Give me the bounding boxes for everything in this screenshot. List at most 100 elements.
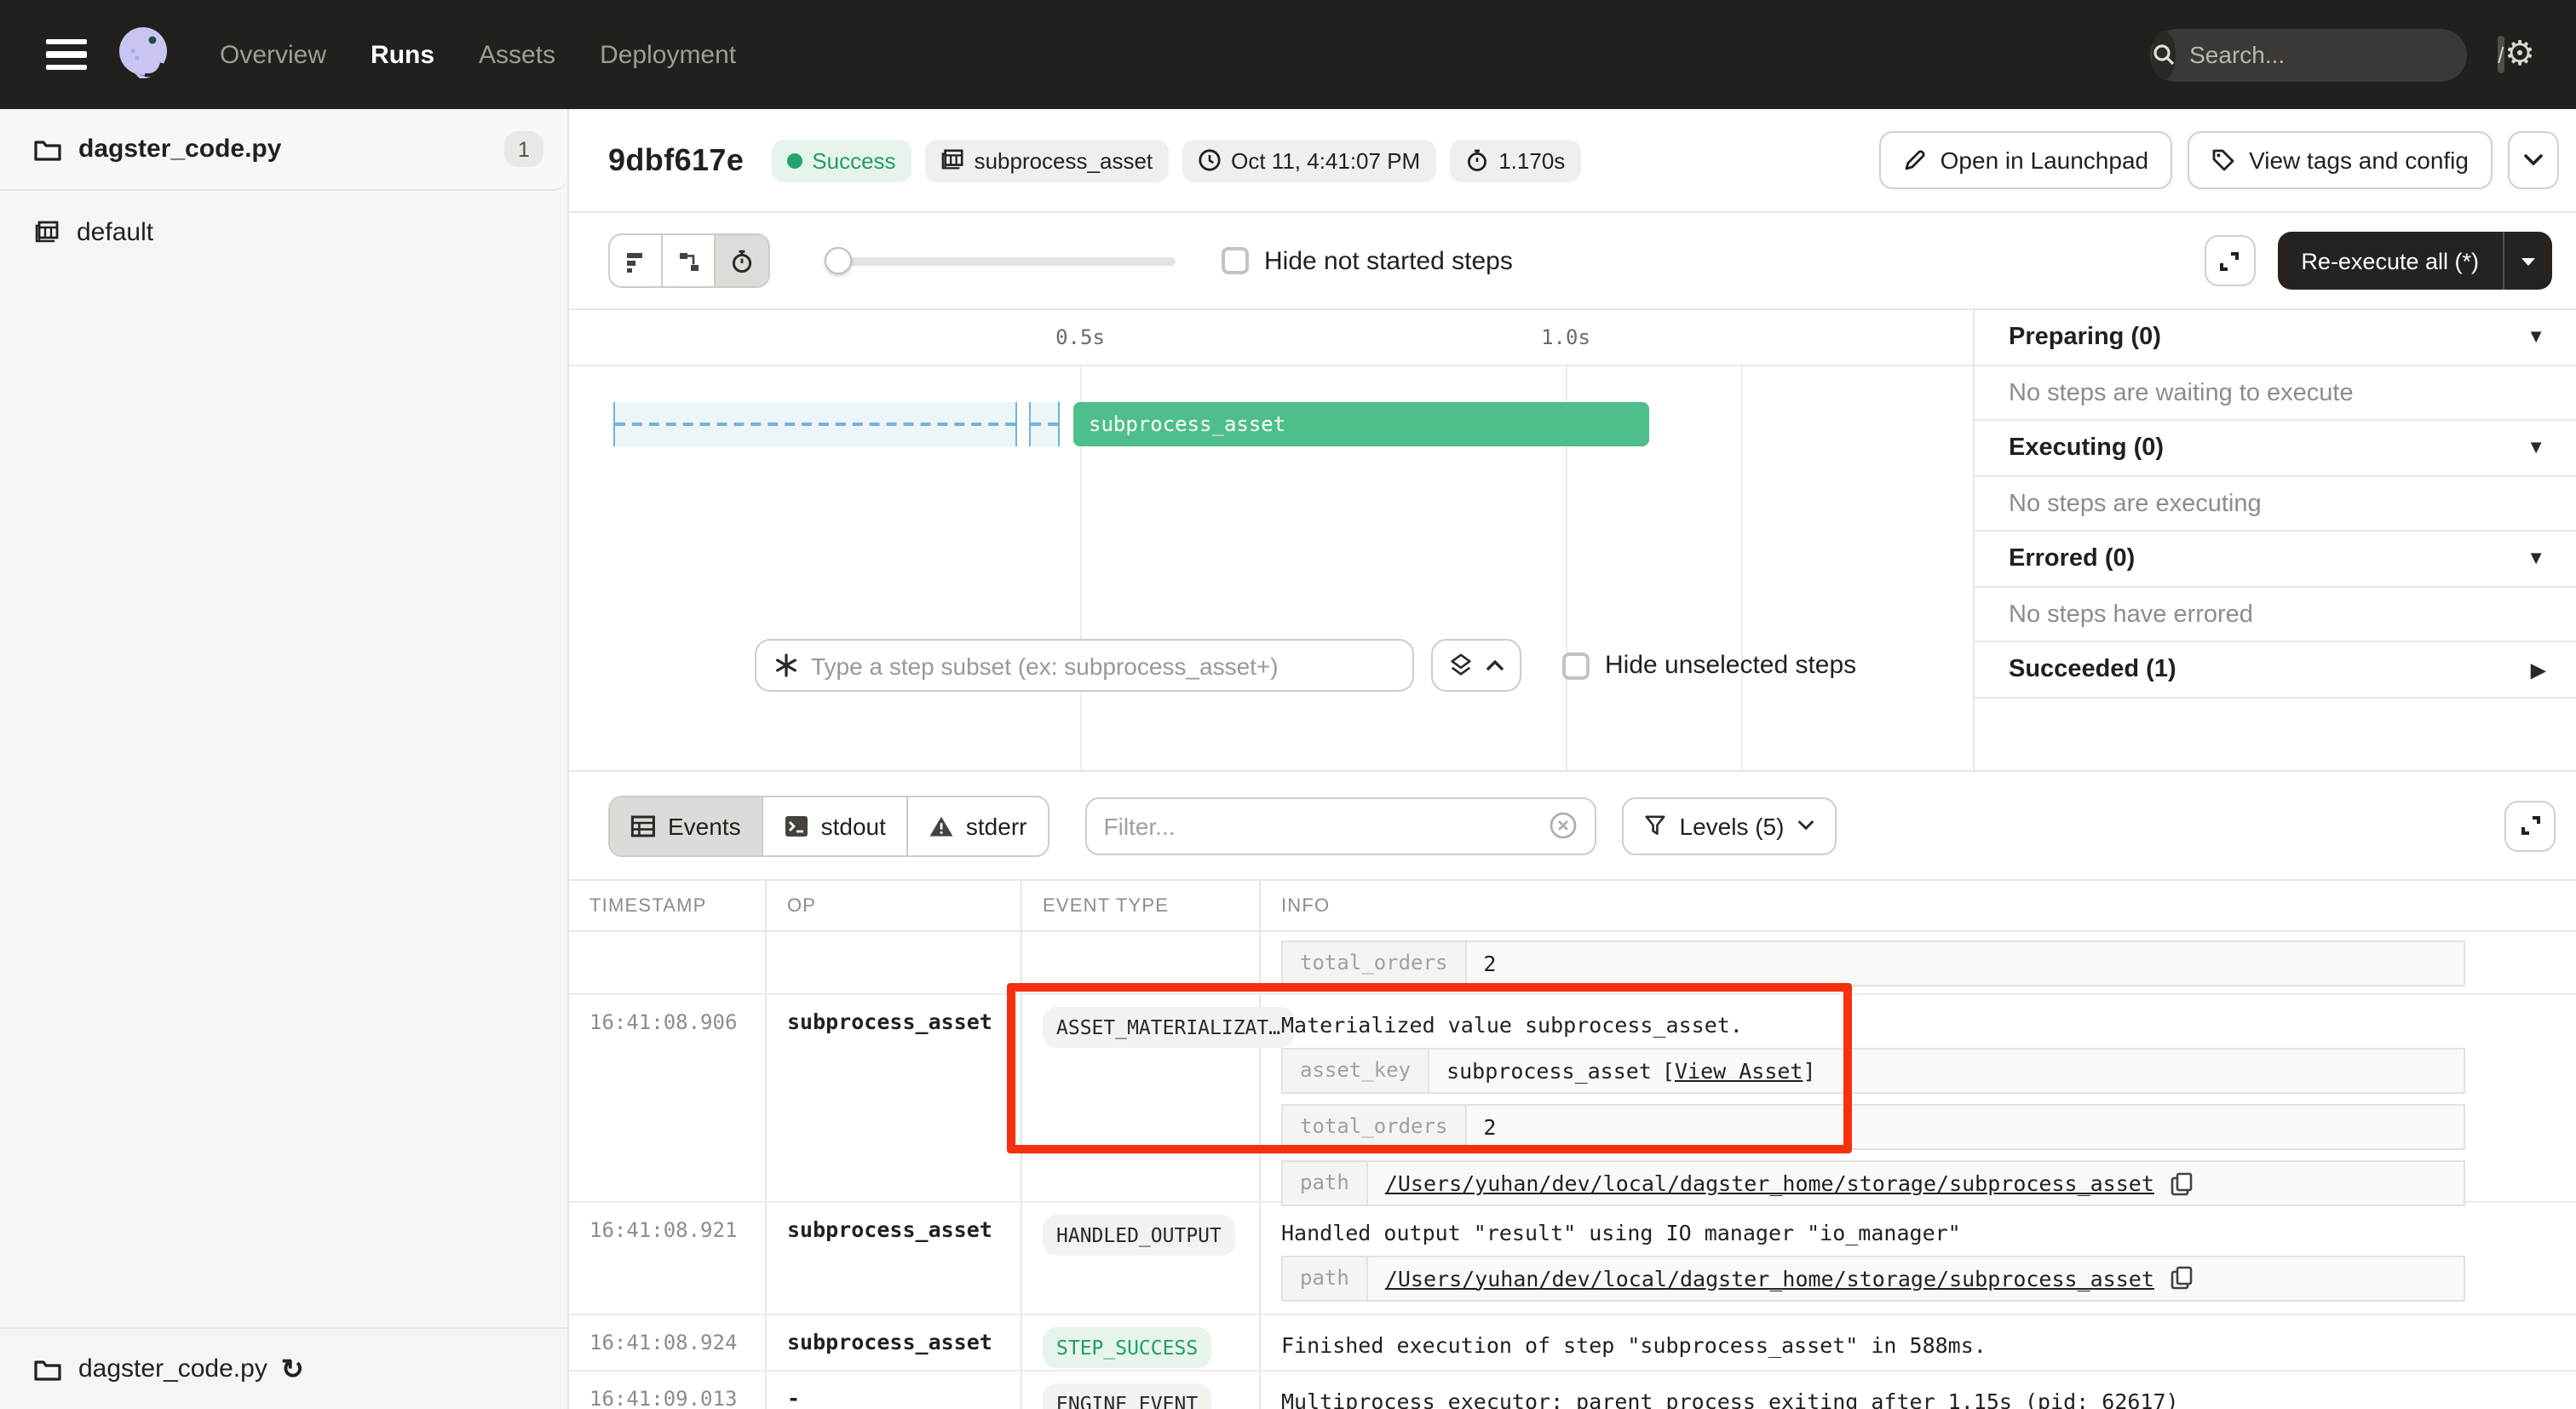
cell-info: Handled output "result" using IO manager… [1261,1202,2576,1313]
levels-filter-button[interactable]: Levels (5) [1622,797,1837,854]
slider-knob[interactable] [825,247,852,274]
metadata-entry-asset_key: asset_keysubprocess_asset[View Asset] [1281,1048,2465,1094]
cell-event-type: ENGINE_EVENT [1022,1371,1261,1409]
step-panel-section-executing[interactable]: Executing (0)▼ [1975,421,2576,477]
axis-tick: 0.5s [1055,325,1105,349]
table-row: 16:41:09.013-ENGINE_EVENTMultiprocess ex… [569,1371,2576,1409]
search-input[interactable] [2189,41,2498,68]
gantt-fullscreen-button[interactable] [2204,235,2255,286]
gantt-toolbar: Hide not started steps Re-execute all (*… [569,213,2576,310]
open-in-launchpad-button[interactable]: Open in Launchpad [1879,131,2172,189]
checkbox-icon[interactable] [1222,247,1249,274]
column-header-event-type: EVENT TYPE [1022,881,1261,930]
metadata-value: 2 [1466,1106,1513,1148]
tab-events[interactable]: Events [610,797,763,854]
gantt-view-mode-group [608,233,770,288]
metadata-entry-path: path/Users/yuhan/dev/local/dagster_home/… [1281,1255,2465,1301]
repo-name: dagster_code.py [78,135,281,164]
gridline [1741,366,1743,770]
cell-timestamp: 16:41:08.921 [569,1202,767,1313]
metadata-value: /Users/yuhan/dev/local/dagster_home/stor… [1368,1257,2211,1299]
expand-icon [2517,813,2543,838]
checkbox-icon[interactable] [1562,652,1590,679]
nav-item-overview[interactable]: Overview [220,40,326,69]
view-mode-waterfall-button[interactable] [663,235,716,286]
tab-stderr[interactable]: stderr [908,797,1048,854]
table-header-row: TIMESTAMPOPEVENT TYPEINFO [569,881,2576,932]
step-subset-input[interactable] [811,652,1395,679]
view-asset-link[interactable]: View Asset [1675,1058,1803,1084]
gantt-time-axis: 0.5s 1.0s [569,310,1973,366]
sidebar-footer: dagster_code.py ↻ [0,1327,567,1409]
nav-item-deployment[interactable]: Deployment [600,40,736,69]
job-grid-icon [34,219,60,244]
reload-repo-icon[interactable]: ↻ [281,1352,304,1386]
cell-op: - [767,1371,1022,1409]
cell-op: subprocess_asset [767,1202,1022,1313]
path-link[interactable]: /Users/yuhan/dev/local/dagster_home/stor… [1385,1170,2154,1196]
nav-item-assets[interactable]: Assets [479,40,555,69]
event-message: Multiprocess executor: parent process ex… [1281,1388,2556,1409]
duration-tag: 1.170s [1449,139,1580,181]
log-filter-input[interactable] [1104,812,1549,839]
step-panel-empty-message: No steps have errored [1975,588,2576,642]
view-mode-flat-button[interactable] [610,235,663,286]
step-panel-section-succeeded[interactable]: Succeeded (1)▶ [1975,642,2576,699]
caret-right-icon: ▶ [2531,658,2545,681]
log-filter-field[interactable] [1085,797,1596,854]
copy-path-icon[interactable] [2171,1266,2194,1290]
gantt-step-bar[interactable]: subprocess_asset [1073,402,1649,446]
folder-icon [34,137,61,161]
chevron-down-icon [1797,820,1814,831]
global-search[interactable]: / [2150,28,2467,81]
copy-path-icon[interactable] [2171,1171,2194,1195]
event-message: Handled output "result" using IO manager… [1281,1219,2556,1245]
cell-op: subprocess_asset [767,995,1022,1200]
path-link[interactable]: /Users/yuhan/dev/local/dagster_home/stor… [1385,1265,2154,1291]
job-tag[interactable]: subprocess_asset [925,139,1169,181]
navbar-menu: Overview Runs Assets Deployment [220,40,736,69]
terminal-icon [784,814,809,837]
tab-stdout[interactable]: stdout [763,797,908,854]
sidebar-item-default-job[interactable]: default [0,201,567,262]
table-body: total_orders216:41:08.906subprocess_asse… [569,932,2576,1409]
metadata-entry-total_orders: total_orders2 [1281,1104,2465,1150]
step-panel-section-preparing[interactable]: Preparing (0)▼ [1975,310,2576,366]
success-dot-icon [786,152,802,168]
hide-not-started-checkbox[interactable]: Hide not started steps [1222,246,1513,275]
chevron-down-icon [2523,153,2544,167]
gear-icon[interactable]: ⚙ [2504,37,2535,72]
graph-options-button[interactable] [1431,639,1521,692]
event-type-badge: HANDLED_OUTPUT [1043,1214,1235,1255]
clear-filter-icon[interactable] [1549,811,1578,840]
nav-item-runs[interactable]: Runs [371,40,434,69]
run-actions-chevron-button[interactable] [2508,131,2559,189]
gantt-chart: 0.5s 1.0s subprocess_asset [569,310,1973,770]
step-panel-empty-message: No steps are executing [1975,477,2576,532]
tag-icon [2211,148,2235,172]
funnel-icon [1644,814,1666,837]
view-mode-timed-button[interactable] [716,235,768,286]
gantt-zoom-slider[interactable] [825,247,1176,274]
events-fullscreen-button[interactable] [2504,800,2556,851]
expand-icon [2217,248,2242,273]
folder-icon [34,1357,61,1381]
re-execute-dropdown-caret[interactable] [2503,232,2552,290]
main-content: 9dbf617e Success subprocess_asset [569,109,2576,1409]
cell-info: total_orders2 [1261,932,2576,993]
step-panel-section-errored[interactable]: Errored (0)▼ [1975,532,2576,588]
step-subset-row: Hide unselected steps [755,639,1856,692]
column-header-timestamp: TIMESTAMP [569,881,767,930]
event-type-badge: ENGINE_EVENT [1043,1383,1211,1409]
hide-unselected-checkbox[interactable]: Hide unselected steps [1562,651,1856,680]
cell-event-type [1022,932,1261,993]
sidebar-repo-header[interactable]: dagster_code.py 1 [0,109,567,191]
step-subset-field[interactable] [755,639,1414,692]
caret-down-icon: ▼ [2527,327,2545,348]
hamburger-menu-icon[interactable] [46,39,87,70]
re-execute-button[interactable]: Re-execute all (*) [2277,232,2552,290]
view-tags-config-button[interactable]: View tags and config [2188,131,2493,189]
slider-track[interactable] [825,257,1176,266]
cell-info: Finished execution of step "subprocess_a… [1261,1314,2576,1369]
dagster-logo-icon[interactable] [111,22,175,87]
